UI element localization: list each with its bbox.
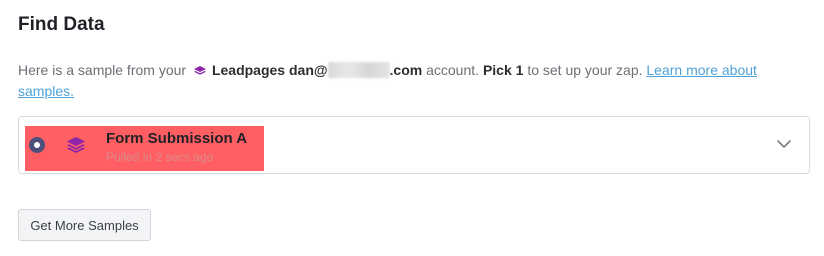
leadpages-icon <box>67 137 85 153</box>
sample-title: Form Submission A <box>106 130 248 147</box>
redacted-email-blur <box>327 62 390 78</box>
intro-account-prefix: dan@ <box>288 62 328 78</box>
intro-prefix: Here is a sample from your <box>18 62 187 78</box>
intro-account-suffix: .com <box>389 62 423 78</box>
intro-pick-rest: to set up your zap. <box>527 62 643 78</box>
sample-subtitle: Pulled in 2 secs ago <box>106 150 214 164</box>
page-title: Find Data <box>18 14 105 35</box>
chevron-down-icon[interactable] <box>777 139 791 149</box>
intro-account-word: account. <box>426 62 480 78</box>
sample-card[interactable]: Form Submission A Pulled in 2 secs ago <box>18 116 810 174</box>
intro-pick-label: Pick 1 <box>482 62 524 78</box>
sample-radio-button[interactable] <box>29 137 45 153</box>
leadpages-icon <box>193 66 206 75</box>
get-more-samples-button[interactable]: Get More Samples <box>18 209 151 241</box>
intro-text: Here is a sample from your Leadpages dan… <box>18 60 798 102</box>
intro-app-name: Leadpages <box>211 62 286 78</box>
